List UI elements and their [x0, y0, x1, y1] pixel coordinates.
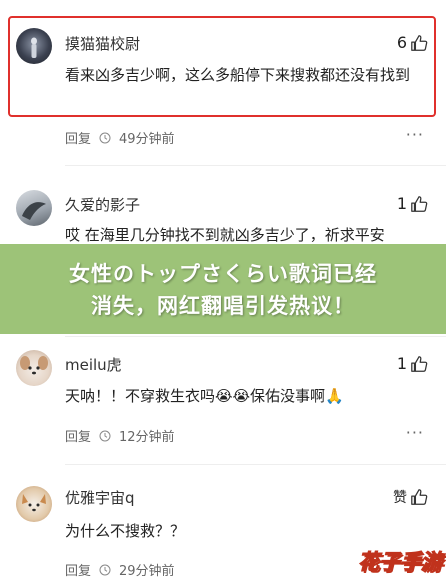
avatar-puppy-icon [20, 356, 48, 375]
comment-time: 29分钟前 [119, 564, 175, 579]
comment-time: 49分钟前 [119, 132, 175, 147]
divider [65, 165, 446, 166]
thumbs-up-icon [411, 355, 428, 372]
like-count: 1 [396, 194, 407, 213]
reply-button[interactable]: 回复 [65, 426, 91, 445]
comment-username[interactable]: meilu虎 [65, 354, 122, 375]
clock-icon [99, 564, 111, 575]
like-button[interactable]: 赞 [393, 487, 428, 507]
reply-button[interactable]: 回复 [65, 128, 91, 147]
like-button[interactable]: 1 [397, 354, 428, 373]
like-count: 赞 [393, 490, 407, 506]
avatar[interactable] [16, 350, 52, 386]
comment-meta: 回复 29分钟前 [65, 560, 175, 579]
like-count: 1 [396, 354, 407, 373]
clock-icon [99, 430, 111, 441]
comment-meta: 回复 12分钟前 [65, 426, 175, 445]
avatar[interactable] [16, 486, 52, 522]
comment-text: 为什么不搜救？？ [65, 522, 186, 540]
comment-username[interactable]: 久爱的影子 [65, 194, 140, 215]
thumbs-up-icon [411, 489, 428, 505]
avatar-shiba-icon [22, 494, 46, 512]
banner-title-line1: 女性のトップさくらい歌词已经 [69, 262, 377, 286]
clock-icon [99, 132, 111, 143]
comment-meta: 回复 49分钟前 [65, 128, 175, 147]
avatar[interactable] [16, 190, 52, 226]
more-options-button[interactable]: ··· [406, 125, 424, 144]
divider [65, 464, 446, 465]
thumbs-up-icon [411, 195, 428, 212]
avatar-bird-icon [22, 202, 46, 220]
comment-time: 12分钟前 [119, 430, 175, 445]
highlight-box [8, 16, 436, 117]
banner-title-line2: 消失，网红翻唱引发热议！ [91, 294, 355, 318]
reply-button[interactable]: 回复 [65, 560, 91, 579]
watermark-logo: 花子手游 [358, 549, 443, 575]
comment-text: 天呐！！不穿救生衣吗😭😭保佑没事啊🙏 [65, 387, 344, 405]
like-button[interactable]: 1 [397, 194, 428, 213]
divider [65, 336, 446, 337]
title-banner: 女性のトップさくらい歌词已经 消失，网红翻唱引发热议！ [0, 244, 446, 334]
comment-username[interactable]: 优雅宇宙q [65, 487, 135, 508]
more-options-button[interactable]: ··· [406, 423, 424, 442]
